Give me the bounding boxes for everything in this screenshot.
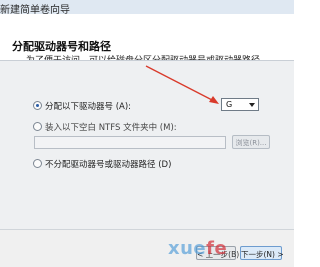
assign-letter-label[interactable]: 分配以下驱动器号 (A):	[45, 100, 131, 112]
next-button-label: 下一步(N) >	[241, 250, 284, 259]
browse-button[interactable]: 浏览(R)...	[232, 135, 270, 149]
watermark-text-red: fe	[206, 238, 228, 259]
no-assign-label[interactable]: 不分配驱动器号或驱动器路径 (D)	[45, 158, 171, 170]
next-button[interactable]: 下一步(N) >	[240, 246, 284, 260]
folder-path-input[interactable]	[34, 136, 226, 149]
mount-folder-radio[interactable]	[33, 122, 42, 131]
window-titlebar: 新建简单卷向导	[0, 0, 294, 16]
browse-button-label: 浏览(R)...	[235, 139, 267, 147]
assign-letter-radio[interactable]	[33, 101, 42, 110]
no-assign-radio[interactable]	[33, 159, 42, 168]
mount-folder-label[interactable]: 装入以下空白 NTFS 文件夹中 (M):	[45, 121, 177, 133]
watermark-text-blue: xue	[168, 238, 207, 259]
drive-letter-value: G	[226, 100, 233, 109]
drive-letter-select[interactable]: G	[221, 98, 259, 111]
watermark-logo: xuefe	[168, 238, 227, 259]
page-heading: 分配驱动器号和路径	[12, 40, 111, 53]
chevron-down-icon	[249, 103, 255, 107]
